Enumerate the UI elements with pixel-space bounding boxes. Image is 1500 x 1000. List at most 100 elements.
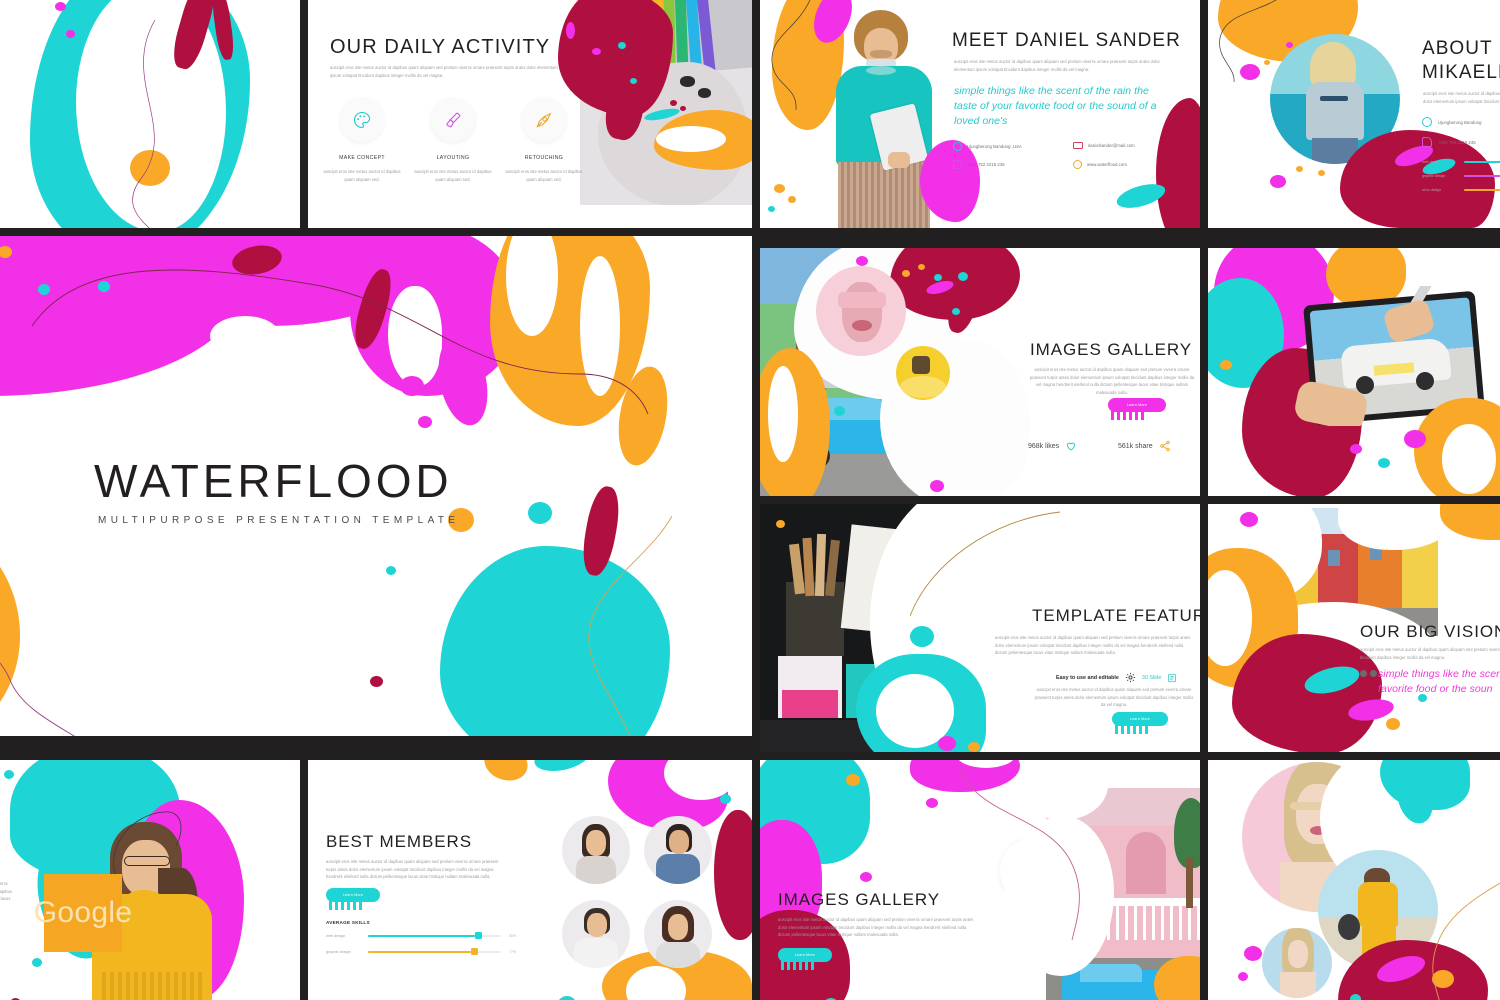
slide-body: aoscipit eros iste metus auctor id dapib…	[1029, 367, 1195, 395]
skill-label: graphic design	[1422, 174, 1446, 178]
slide-big-vision[interactable]: OUR BIG VISION aoscipit eros iste metus …	[1208, 504, 1500, 752]
slide-body: aoscipit eros iste metus auctor id dapib…	[778, 917, 974, 938]
activity-desc-2: aoscipit eros iste metus auctor id dapib…	[414, 169, 492, 182]
skill-bar	[1464, 188, 1500, 192]
slide-title: OUR DAILY ACTIVITY	[330, 36, 551, 58]
bullet-dot	[1360, 670, 1367, 677]
slide-about-mikaella[interactable]: ABOUT MIKAELLA aoscipit eros iste metus …	[1208, 0, 1500, 228]
slide-body: aoscipit eros iste metus auctor id dapib…	[0, 881, 13, 902]
slide-images-gallery-2[interactable]: IMAGES GALLERY aoscipit eros iste metus …	[760, 760, 1200, 1000]
activity-label-2: LAYOUTING	[436, 155, 470, 161]
contact-website[interactable]: www.waterflood.com	[1073, 160, 1127, 169]
slide-body: aoscipit eros iste metus auctor id dapib…	[995, 635, 1191, 656]
slide-meet-daniel[interactable]: MEET DANIEL SANDER aoscipit eros iste me…	[760, 0, 1200, 228]
learn-more-label: Learn More	[342, 893, 364, 897]
stat-likes: 968k likes	[1028, 440, 1077, 452]
bullet-dot	[1370, 670, 1377, 677]
member-avatar-4[interactable]	[644, 900, 712, 968]
heart-icon	[1067, 442, 1076, 451]
contact-phone[interactable]: +022 752 2215 245	[1422, 137, 1476, 147]
photo-pink-house	[1046, 788, 1200, 1000]
photo-mikaella	[1270, 34, 1400, 164]
mail-icon	[1073, 142, 1083, 149]
slide-template-feature[interactable]: TEMPLATE FEATURE aoscipit eros iste metu…	[760, 504, 1200, 752]
slide-waterflood-cut[interactable]: OD E M P L A T E quam sled pretium viver…	[0, 0, 300, 228]
slide-quote: simple things like the scent of the rain…	[954, 85, 1157, 127]
document-icon	[1168, 673, 1177, 682]
google-watermark-label: Google	[33, 896, 133, 929]
skill-track[interactable]	[368, 948, 502, 956]
slide-images-right[interactable]: IM aoscipit eros iste metus auctor id da…	[1208, 248, 1500, 496]
learn-more-button[interactable]: Learn More	[1112, 712, 1168, 726]
photo-daniel	[822, 4, 952, 228]
slide-title: IMAGES GALLERY	[778, 890, 941, 909]
slide-waterflood-main[interactable]: WATERFLOOD MULTIPURPOSE PRESENTATION TEM…	[0, 236, 752, 736]
slide-images-bottom-right[interactable]: IM aoscipit eros iste metus auctor id da…	[1208, 760, 1500, 1000]
share-icon	[1159, 440, 1170, 452]
photo-yellow-outfit[interactable]	[1318, 850, 1438, 970]
location-icon	[1422, 117, 1432, 127]
skill-value: 77%	[509, 950, 516, 954]
slide-images-gallery-1[interactable]: IMAGES GALLERY aoscipit eros iste metus …	[760, 248, 1200, 496]
learn-more-label: Learn More	[794, 953, 816, 957]
slide-body: aoscipit eros iste metus auctor id dapib…	[1423, 91, 1500, 104]
member-avatar-2[interactable]	[644, 816, 712, 884]
skill-row: web design	[1422, 160, 1500, 164]
slide-daily-activity[interactable]: OUR DAILY ACTIVITY aoscipit eros iste me…	[308, 0, 752, 228]
slide-title: TEMPLATE FEATURE	[1032, 606, 1200, 625]
quote-line-1: simple things like the scen	[1378, 668, 1500, 680]
slide-body: aoscipit eros iste metus auctor id dapib…	[326, 859, 499, 880]
slide-body: quam sled pretium viverra ornare praesen…	[0, 132, 2, 155]
contact-location-value: Ujungberung Bandung	[1438, 119, 1482, 125]
slide-gallery-grid: OD E M P L A T E quam sled pretium viver…	[0, 0, 1500, 1000]
learn-more-button[interactable]: Learn More	[1108, 398, 1166, 412]
skill-label: graphic design	[326, 950, 351, 954]
slide-title: WATERFLOOD	[94, 455, 453, 507]
skill-label: ui/ux design	[1422, 188, 1442, 192]
contact-website-value: www.waterflood.com	[1087, 162, 1127, 167]
phone-icon	[953, 160, 962, 169]
skills-heading: AVERAGE SKILLS	[326, 920, 370, 925]
skill-bar	[1464, 160, 1500, 164]
skill-slider-row[interactable]: graphic design 77%	[326, 948, 516, 956]
contact-phone[interactable]: +022 752 2215 245	[953, 160, 1005, 169]
photo-pink-portrait	[816, 266, 906, 356]
slide-title: MEET DANIEL SANDER	[952, 30, 1181, 51]
brush-circle[interactable]	[431, 98, 475, 142]
calendar-icon	[1023, 862, 1043, 881]
contact-email[interactable]: danielsander@mail.com	[1073, 142, 1135, 149]
learn-more-label: Learn More	[1129, 717, 1151, 721]
contact-phone-value: +022 752 2215 245	[967, 162, 1005, 167]
globe-icon	[1073, 160, 1082, 169]
brush-icon	[446, 112, 461, 128]
google-watermark: Google	[34, 874, 132, 952]
contact-phone-value: +022 752 2215 245	[1438, 139, 1476, 145]
quote-line-2: favorite food or the soun	[1378, 683, 1493, 695]
photo-markers	[580, 0, 752, 205]
decorative-line	[0, 662, 75, 736]
feature-desc: aoscipit eros iste metus auctor id dapib…	[1034, 687, 1194, 708]
member-avatar-3[interactable]	[562, 900, 630, 968]
settings-icon	[1125, 672, 1136, 683]
location-icon	[953, 142, 962, 151]
skill-slider-row[interactable]: web design 80%	[326, 932, 516, 940]
pen-nib-circle[interactable]	[522, 98, 566, 142]
slide-subtitle: MULTIPURPOSE PRESENTATION TEMPLATE	[98, 515, 460, 526]
activity-desc-1: aoscipit eros iste metus auctor id dapib…	[323, 169, 401, 182]
contact-location[interactable]: Ujungberung Bandung ,USA	[953, 142, 1022, 151]
skill-row: graphic design	[1422, 174, 1500, 178]
skill-handle[interactable]	[470, 948, 478, 956]
slide-body: aoscipit eros iste metus auctor id dapib…	[1360, 647, 1500, 660]
slide-body: aoscipit eros iste metus auctor id dapib…	[330, 65, 558, 78]
learn-more-button[interactable]: Learn More	[326, 888, 380, 902]
skill-track[interactable]	[368, 932, 502, 940]
learn-more-button[interactable]: Learn More	[778, 948, 832, 962]
contact-location[interactable]: Ujungberung Bandung	[1422, 117, 1482, 127]
skill-handle[interactable]	[474, 932, 482, 940]
slide-best-members[interactable]: BEST MEMBERS aoscipit eros iste metus au…	[308, 760, 752, 1000]
palette-circle[interactable]	[340, 98, 384, 142]
member-avatar-1[interactable]	[562, 816, 630, 884]
slide-title: IMAGES GALLERY	[1030, 340, 1193, 359]
feature-row: Easy to use and editable 30 Slide	[1056, 672, 1177, 683]
photo-blonde-small[interactable]	[1262, 928, 1332, 998]
